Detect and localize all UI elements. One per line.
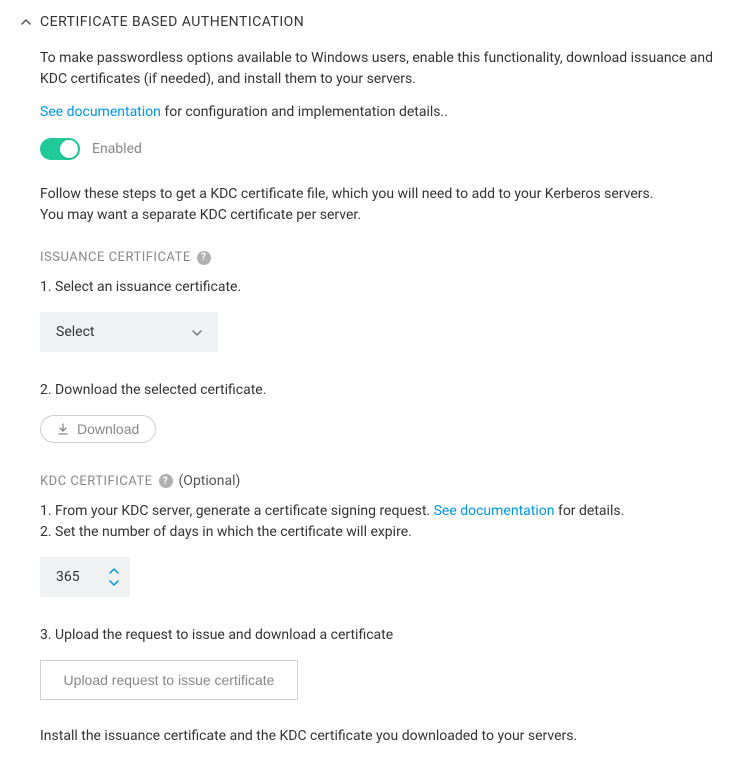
days-value: 365 <box>56 569 108 585</box>
kdc-steps12: 1. From your KDC server, generate a cert… <box>40 501 718 543</box>
see-documentation-link[interactable]: See documentation <box>40 104 161 120</box>
section-title: CERTIFICATE BASED AUTHENTICATION <box>40 14 304 30</box>
issuance-select[interactable]: Select <box>40 312 218 352</box>
steps-intro-line2: You may want a separate KDC certificate … <box>40 205 718 226</box>
spinner <box>108 566 130 588</box>
toggle-knob <box>60 140 78 158</box>
kdc-step1-suffix: for details. <box>554 503 624 519</box>
kdc-optional: (Optional) <box>179 473 241 489</box>
issuance-step1: 1. Select an issuance certificate. <box>40 277 718 298</box>
enable-toggle[interactable] <box>40 138 80 160</box>
issuance-step2: 2. Download the selected certificate. <box>40 380 718 401</box>
upload-button[interactable]: Upload request to issue certificate <box>40 660 298 700</box>
section-header[interactable]: CERTIFICATE BASED AUTHENTICATION <box>20 14 718 30</box>
kdc-step2: 2. Set the number of days in which the c… <box>40 524 412 540</box>
doc-suffix: for configuration and implementation det… <box>161 104 448 120</box>
intro-description: To make passwordless options available t… <box>40 48 718 90</box>
kdc-step1-prefix: 1. From your KDC server, generate a cert… <box>40 503 434 519</box>
kdc-doc-link[interactable]: See documentation <box>434 503 555 519</box>
kdc-step3: 3. Upload the request to issue and downl… <box>40 625 718 646</box>
section-content: To make passwordless options available t… <box>20 48 718 744</box>
install-text: Install the issuance certificate and the… <box>40 728 718 744</box>
doc-line: See documentation for configuration and … <box>40 104 718 120</box>
toggle-label: Enabled <box>92 141 142 157</box>
days-input[interactable]: 365 <box>40 557 130 597</box>
select-label: Select <box>56 324 94 340</box>
chevron-down-icon <box>192 324 202 340</box>
help-icon[interactable]: ? <box>159 474 173 488</box>
issuance-title: ISSUANCE CERTIFICATE <box>40 250 191 265</box>
kdc-title-row: KDC CERTIFICATE ? (Optional) <box>40 473 718 489</box>
toggle-row: Enabled <box>40 138 718 160</box>
issuance-title-row: ISSUANCE CERTIFICATE ? <box>40 250 718 265</box>
download-icon <box>57 423 69 435</box>
spinner-down-icon[interactable] <box>108 578 120 588</box>
download-label: Download <box>77 421 139 437</box>
help-icon[interactable]: ? <box>197 251 211 265</box>
steps-intro: Follow these steps to get a KDC certific… <box>40 184 718 226</box>
chevron-up-icon <box>20 16 32 28</box>
spinner-up-icon[interactable] <box>108 566 120 576</box>
days-input-row: 365 <box>40 557 718 597</box>
kdc-title: KDC CERTIFICATE <box>40 474 153 489</box>
upload-label: Upload request to issue certificate <box>64 672 275 688</box>
steps-intro-line1: Follow these steps to get a KDC certific… <box>40 184 718 205</box>
download-button[interactable]: Download <box>40 415 156 443</box>
